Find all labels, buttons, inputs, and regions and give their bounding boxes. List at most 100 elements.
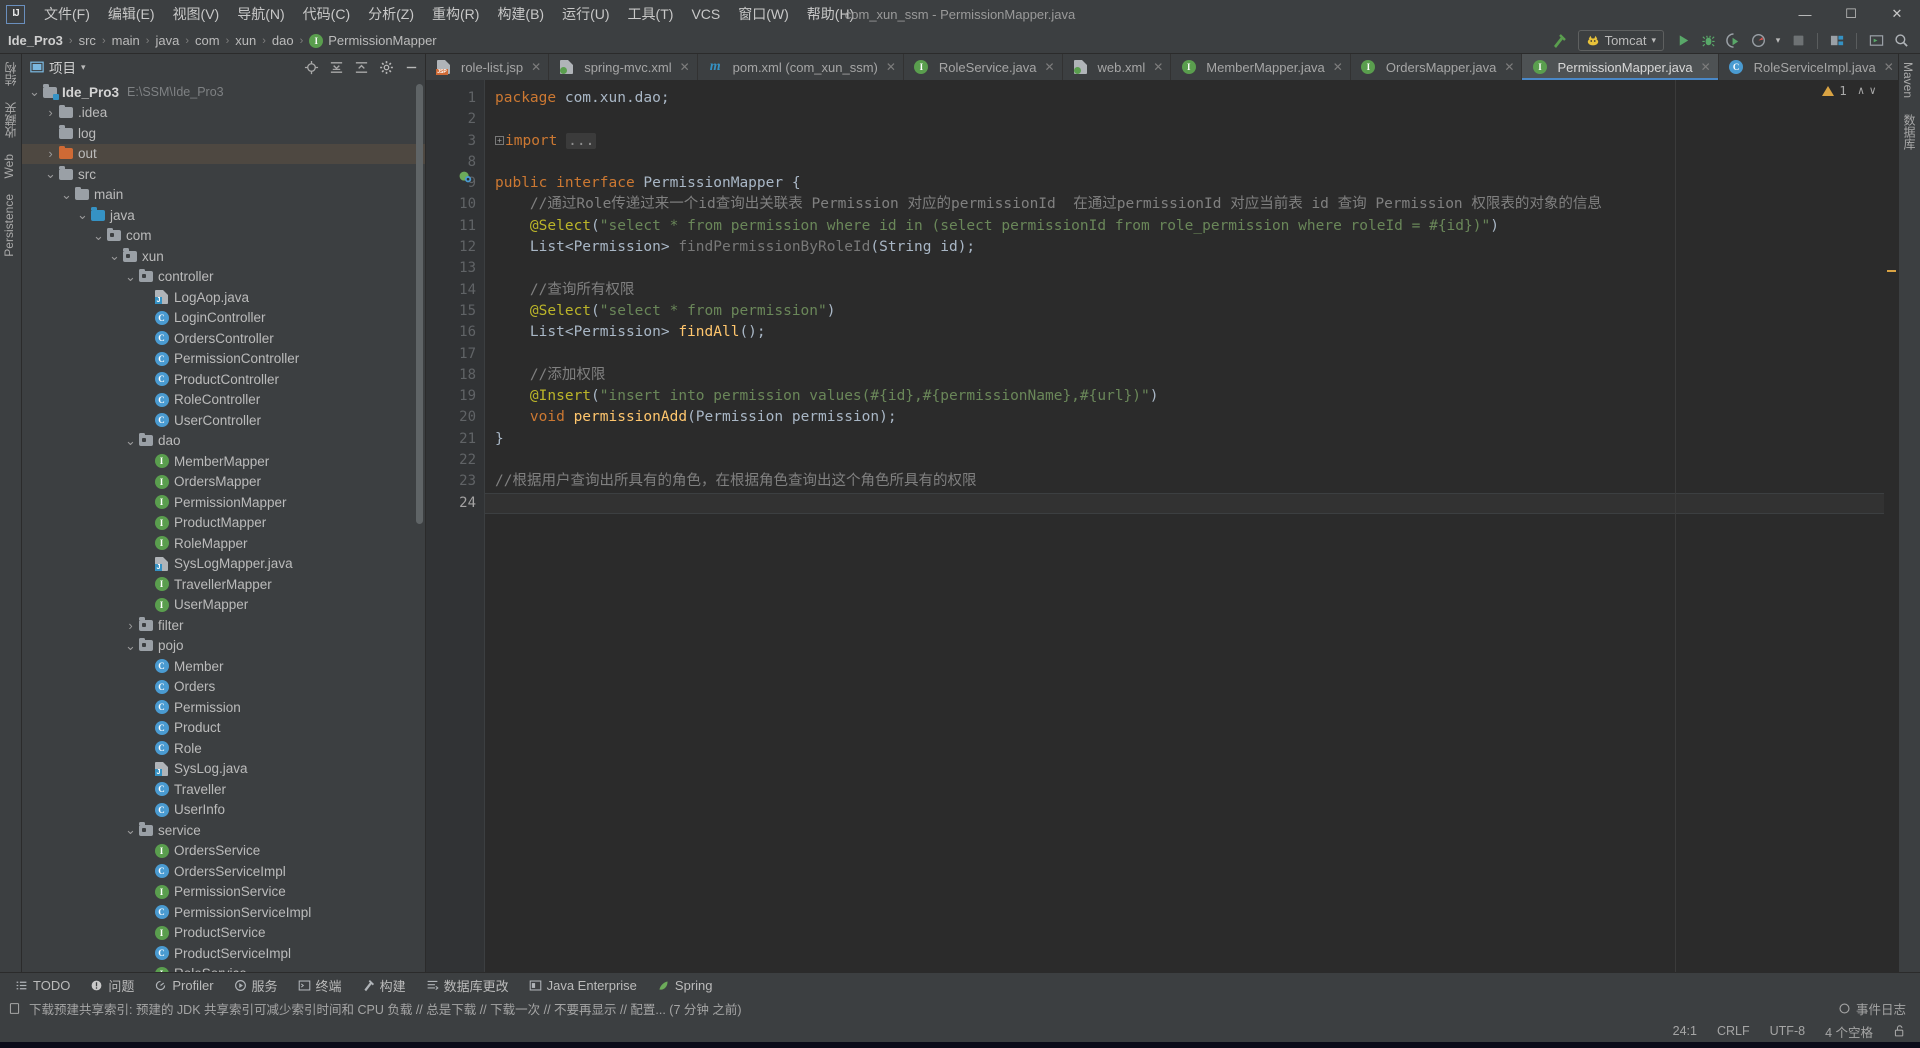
menu-view[interactable]: 视图(V) [164, 1, 229, 27]
tree-node-ordersmapper[interactable]: I OrdersMapper [22, 472, 425, 493]
tree-node-ordersserviceimpl[interactable]: C OrdersServiceImpl [22, 861, 425, 882]
tree-node-traveller[interactable]: C Traveller [22, 779, 425, 800]
tree-node-permissionserviceimpl[interactable]: C PermissionServiceImpl [22, 902, 425, 923]
close-icon[interactable]: ✕ [531, 60, 541, 74]
tool-window-persistence[interactable]: Persistence [0, 186, 19, 265]
editor-tab-role-list-jsp[interactable]: role-list.jsp ✕ [426, 54, 550, 80]
expand-all-icon[interactable] [326, 57, 346, 77]
editor-tab-roleserviceimpl-java[interactable]: C RoleServiceImpl.java ✕ [1719, 54, 1898, 80]
stop-button[interactable] [1787, 30, 1809, 52]
next-problem-icon[interactable]: ∨ [1869, 84, 1876, 97]
minimize-button[interactable]: — [1782, 0, 1828, 28]
tree-node-userinfo[interactable]: C UserInfo [22, 800, 425, 821]
chevron-down-icon[interactable]: ⌄ [108, 249, 121, 262]
settings-gear-icon[interactable] [376, 57, 396, 77]
chevron-right-icon[interactable]: › [124, 618, 137, 633]
tree-node-productcontroller[interactable]: C ProductController [22, 369, 425, 390]
chevron-down-icon[interactable]: ⌄ [124, 434, 137, 447]
file-encoding[interactable]: UTF-8 [1764, 1023, 1811, 1039]
tree-node-role[interactable]: C Role [22, 738, 425, 759]
chevron-down-icon[interactable]: ⌄ [28, 85, 41, 98]
tool-window-structure[interactable]: 结构 [0, 54, 22, 94]
tree-node-productserviceimpl[interactable]: C ProductServiceImpl [22, 943, 425, 964]
menu-tools[interactable]: 工具(T) [619, 1, 683, 27]
breadcrumb-item-main[interactable]: main [112, 33, 140, 48]
menu-edit[interactable]: 编辑(E) [99, 1, 164, 27]
editor-tab-web-xml[interactable]: web.xml ✕ [1063, 54, 1172, 80]
tree-node--idea[interactable]: › .idea [22, 103, 425, 124]
code-editor[interactable]: 1 2 3 8 9 10 11 12 13 14 15 16 17 18 19 20 21 22 23 24 pack… [426, 80, 1898, 972]
close-icon[interactable]: ✕ [1153, 60, 1163, 74]
editor-tab-pom-xml--com-xun-ssm-[interactable]: m pom.xml (com_xun_ssm) ✕ [698, 54, 904, 80]
project-structure-button[interactable] [1826, 30, 1848, 52]
project-tree[interactable]: ⌄ Ide_Pro3 E:\SSM\Ide_Pro3 › .idea log › out ⌄ sr… [22, 80, 425, 972]
menu-window[interactable]: 窗口(W) [729, 1, 798, 27]
menu-navigate[interactable]: 导航(N) [228, 1, 293, 27]
bean-gutter-icon[interactable] [458, 170, 472, 184]
build-hammer-icon[interactable] [1548, 30, 1570, 52]
menu-vcs[interactable]: VCS [682, 3, 729, 25]
tree-node-permissioncontroller[interactable]: C PermissionController [22, 349, 425, 370]
breadcrumb-item-src[interactable]: src [79, 33, 96, 48]
tree-node-log[interactable]: log [22, 123, 425, 144]
select-opened-file-icon[interactable] [301, 57, 321, 77]
close-icon[interactable]: ✕ [1044, 60, 1054, 74]
menu-analyze[interactable]: 分析(Z) [359, 1, 423, 27]
editor-marker-scrollbar[interactable] [1884, 80, 1898, 972]
tool-window-build[interactable]: 构建 [353, 974, 415, 997]
run-configuration-selector[interactable]: Tomcat ▾ [1577, 30, 1664, 51]
close-icon[interactable]: ✕ [1504, 60, 1514, 74]
tree-node-out[interactable]: › out [22, 143, 425, 164]
tree-node-rolecontroller[interactable]: C RoleController [22, 390, 425, 411]
chevron-down-icon[interactable]: ⌄ [92, 229, 105, 242]
updating-app-button[interactable] [1865, 30, 1887, 52]
tree-node-logincontroller[interactable]: C LoginController [22, 308, 425, 329]
chevron-down-icon[interactable]: ⌄ [124, 270, 137, 283]
project-panel-caret-icon[interactable]: ▾ [81, 62, 86, 73]
hide-panel-icon[interactable] [401, 57, 421, 77]
close-icon[interactable]: ✕ [886, 60, 896, 74]
tree-node-membermapper[interactable]: I MemberMapper [22, 451, 425, 472]
menu-refactor[interactable]: 重构(R) [423, 1, 488, 27]
tool-window-problems[interactable]: 问题 [81, 974, 143, 997]
tree-node-ide-pro3[interactable]: ⌄ Ide_Pro3 E:\SSM\Ide_Pro3 [22, 82, 425, 103]
tool-window-favorites[interactable]: 收藏夹 [0, 94, 22, 146]
tree-node-member[interactable]: C Member [22, 656, 425, 677]
close-icon[interactable]: ✕ [1884, 60, 1894, 74]
chevron-down-icon[interactable]: ⌄ [124, 639, 137, 652]
tree-node-dao[interactable]: ⌄ dao [22, 431, 425, 452]
tool-window-java-enterprise[interactable]: Java Enterprise [520, 976, 646, 995]
editor-tab-ordersmapper-java[interactable]: I OrdersMapper.java ✕ [1351, 54, 1523, 80]
tree-node-com[interactable]: ⌄ com [22, 226, 425, 247]
run-with-coverage-button[interactable] [1722, 30, 1744, 52]
breadcrumb-item-java[interactable]: java [155, 33, 179, 48]
caret-position[interactable]: 24:1 [1667, 1023, 1703, 1039]
tree-node-orderscontroller[interactable]: C OrdersController [22, 328, 425, 349]
close-icon[interactable]: ✕ [680, 60, 690, 74]
tree-node-productmapper[interactable]: I ProductMapper [22, 513, 425, 534]
breadcrumb-item-ide_pro3[interactable]: Ide_Pro3 [8, 33, 63, 48]
close-icon[interactable]: ✕ [1333, 60, 1343, 74]
tree-node-main[interactable]: ⌄ main [22, 185, 425, 206]
chevron-right-icon[interactable]: › [44, 105, 57, 120]
tool-window-maven[interactable]: Maven [1898, 54, 1918, 106]
tree-node-ordersservice[interactable]: I OrdersService [22, 841, 425, 862]
tree-node-syslog-java[interactable]: SysLog.java [22, 759, 425, 780]
profile-button[interactable] [1747, 30, 1769, 52]
tool-window-todo[interactable]: TODO [6, 976, 79, 995]
tree-node-usercontroller[interactable]: C UserController [22, 410, 425, 431]
tree-node-permissionmapper[interactable]: I PermissionMapper [22, 492, 425, 513]
menu-file[interactable]: 文件(F) [35, 1, 99, 27]
tree-node-pojo[interactable]: ⌄ pojo [22, 636, 425, 657]
tool-window-db-changes[interactable]: 数据库更改 [417, 974, 518, 997]
chevron-down-icon[interactable]: ⌄ [124, 823, 137, 836]
chevron-down-icon[interactable]: ⌄ [60, 188, 73, 201]
profile-dropdown-icon[interactable]: ▾ [1772, 30, 1784, 52]
breadcrumb-item-dao[interactable]: dao [272, 33, 294, 48]
lock-open-icon[interactable] [1887, 1023, 1912, 1039]
tree-node-rolemapper[interactable]: I RoleMapper [22, 533, 425, 554]
tool-window-profiler[interactable]: Profiler [145, 976, 222, 995]
indent-setting[interactable]: 4 个空格 [1819, 1021, 1879, 1042]
status-message[interactable]: 下载预建共享索引: 预建的 JDK 共享索引可减少索引时间和 CPU 负载 //… [29, 999, 742, 1018]
editor-tab-membermapper-java[interactable]: I MemberMapper.java ✕ [1171, 54, 1351, 80]
